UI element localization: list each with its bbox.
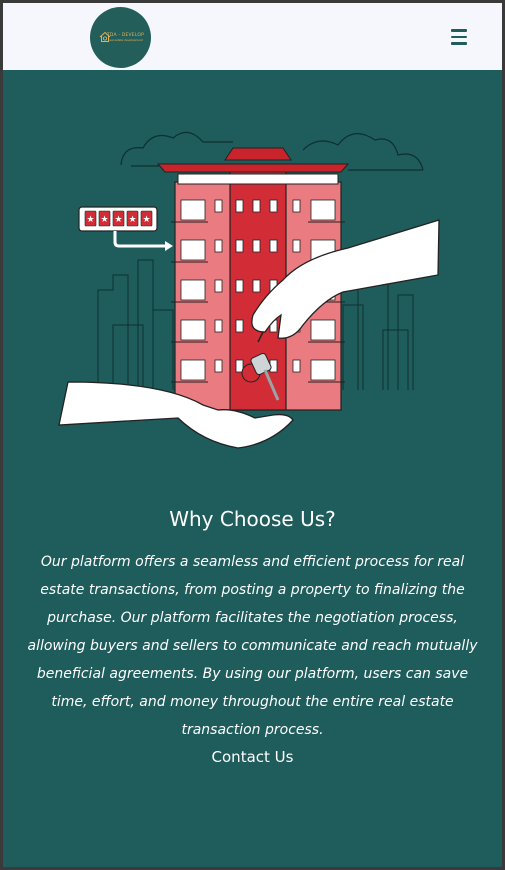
hamburger-menu-icon[interactable] [447,29,471,49]
menu-bar-top [451,29,467,32]
star-icon: ★ [87,215,95,225]
page-frame: TDA - DEVELOP real estate development ★ … [3,3,502,867]
star-icon: ★ [143,215,151,225]
menu-bar-bottom [451,42,467,45]
section-title: Why Choose Us? [169,507,336,531]
menu-bar-middle [451,35,467,38]
logo[interactable]: TDA - DEVELOP real estate development [90,7,151,68]
building-key-handover-illustration: ★ ★ ★ ★ ★ [58,131,440,449]
house-logo-icon [99,31,111,42]
star-icon: ★ [101,215,109,225]
logo-tagline: real estate development [108,38,143,43]
star-icon: ★ [115,215,123,225]
rating-bubble: ★ ★ ★ ★ ★ [78,206,173,251]
section-description: Our platform offers a seamless and effic… [27,554,478,738]
navbar: TDA - DEVELOP real estate development [3,3,502,70]
contact-us-link[interactable]: Contact Us [3,748,502,766]
star-icon: ★ [129,215,137,225]
